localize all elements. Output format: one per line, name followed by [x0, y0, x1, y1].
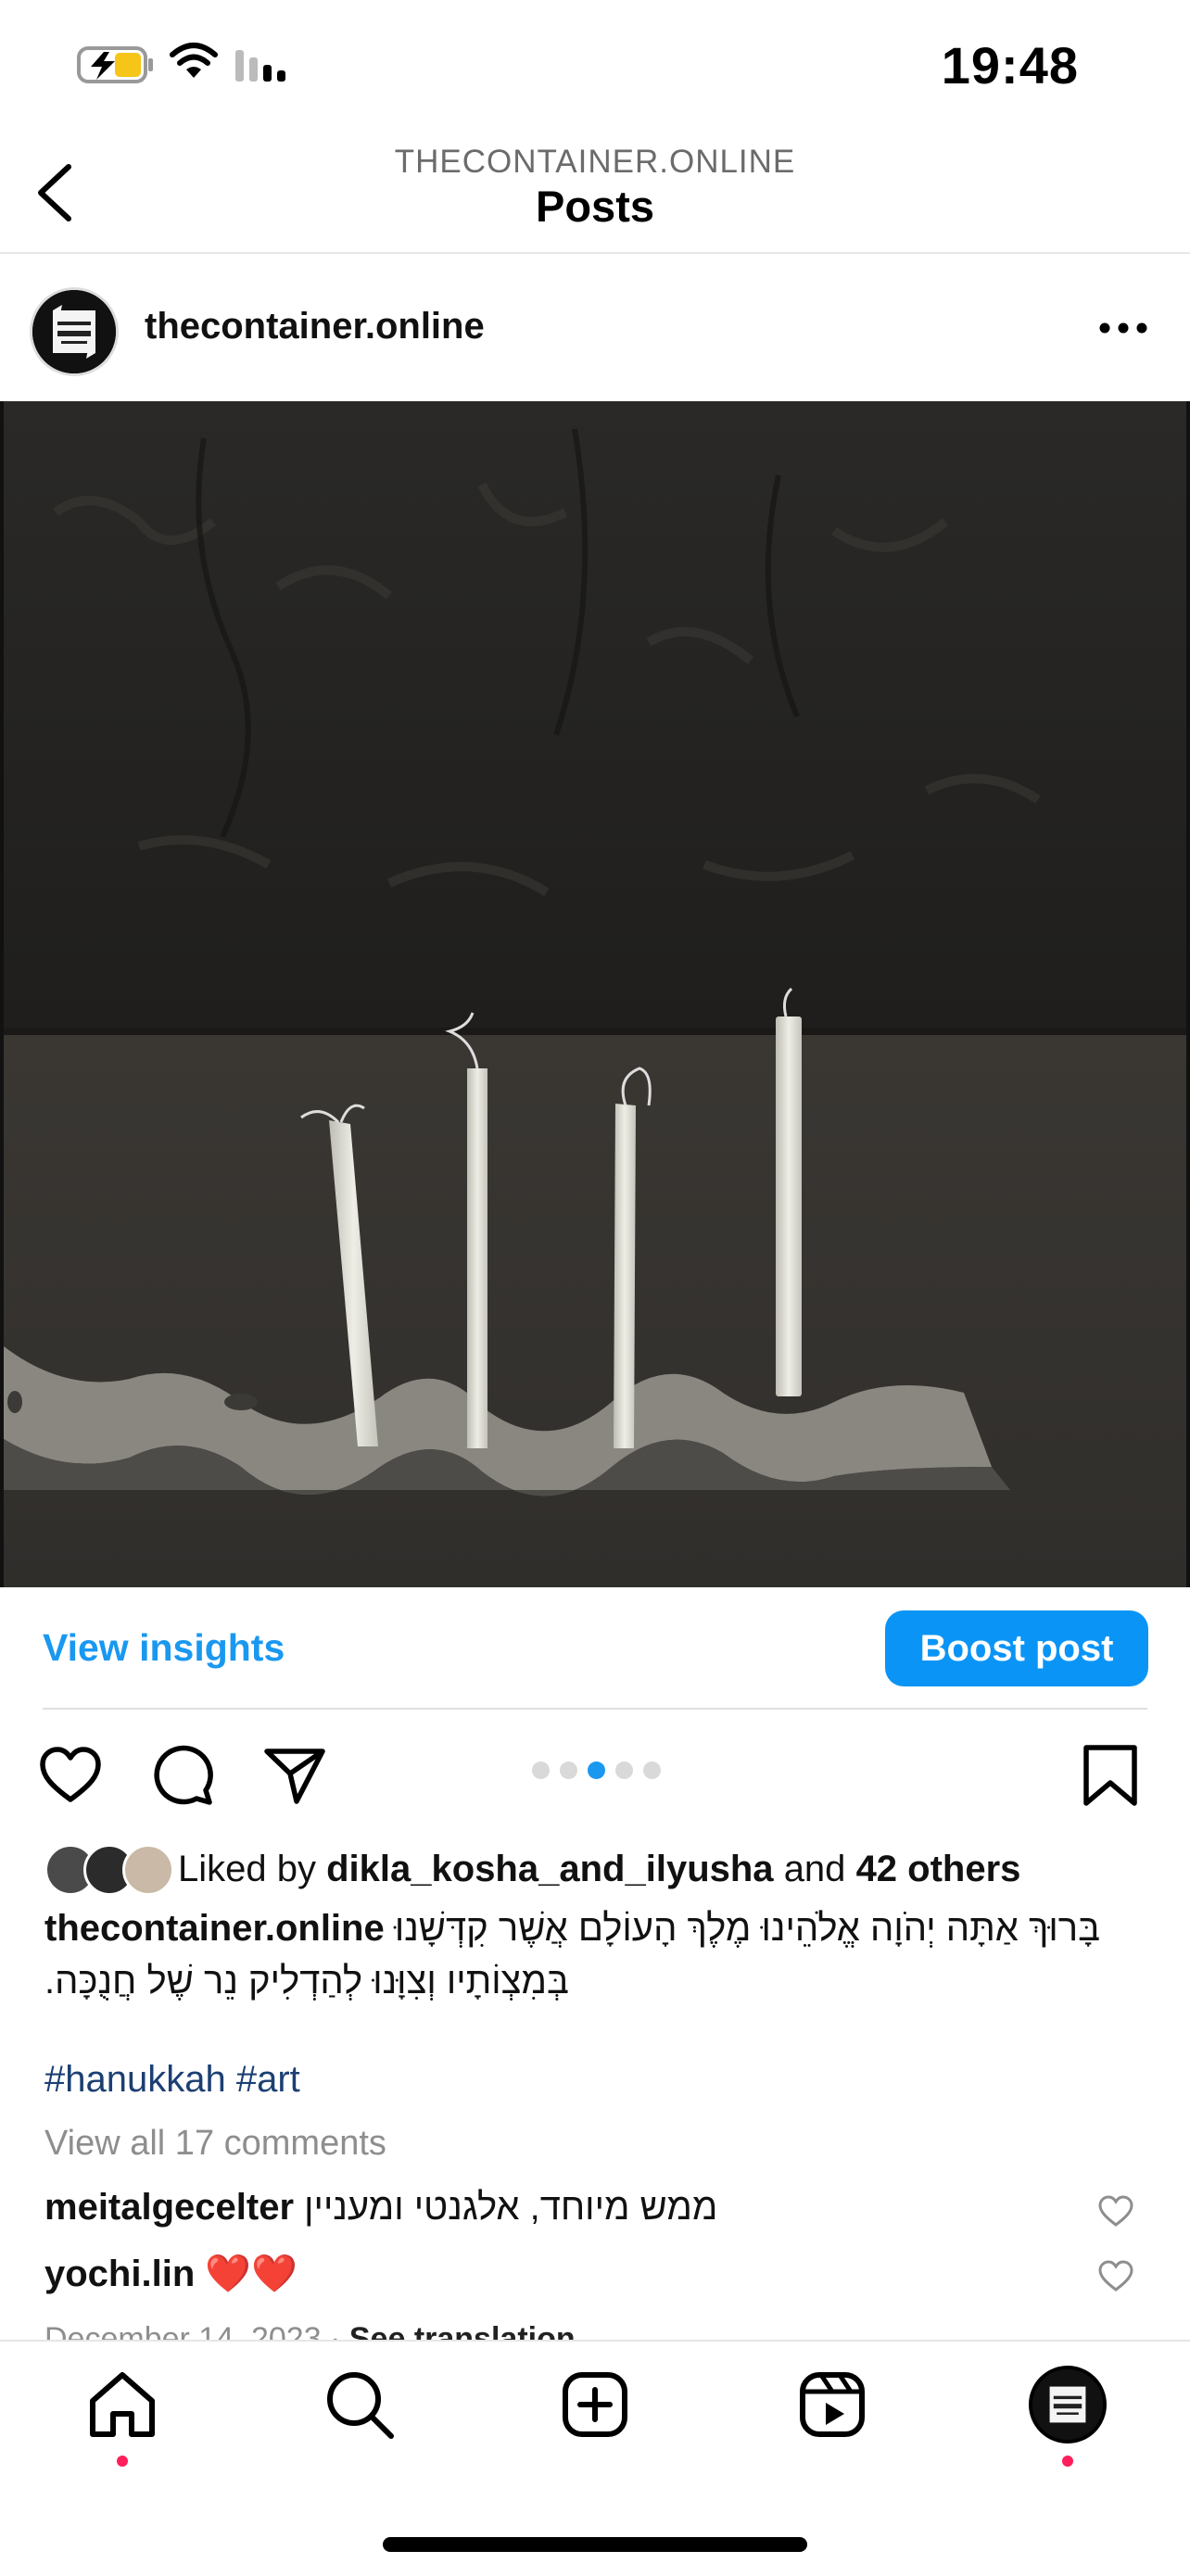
profile-logo: [1032, 2369, 1103, 2440]
liker-username[interactable]: dikla_kosha_and_ilyusha: [326, 1849, 773, 1889]
likes-and: and: [783, 1849, 846, 1889]
bookmark-icon[interactable]: [1077, 1742, 1144, 1809]
header-divider: [0, 252, 1190, 254]
likes-prefix: Liked by: [178, 1849, 316, 1889]
create-post-icon[interactable]: [558, 2368, 632, 2442]
carousel-indicator: [532, 1762, 661, 1780]
reels-icon[interactable]: [795, 2368, 869, 2442]
profile-notification-dot: [1062, 2456, 1073, 2467]
home-notification-dot: [117, 2456, 128, 2467]
hashtags[interactable]: #hanukkah #art: [44, 2059, 300, 2101]
cellular-signal-icon: [235, 50, 285, 82]
comment-username[interactable]: meitalgecelter: [44, 2187, 294, 2228]
status-time: 19:48: [941, 36, 1079, 95]
carousel-dot: [643, 1762, 661, 1779]
page-title: Posts: [536, 182, 654, 231]
caption-username[interactable]: thecontainer.online: [44, 1908, 385, 1949]
comment-like-heart-icon[interactable]: [1097, 2259, 1134, 2292]
comment-item: yochi.lin ❤️❤️: [44, 2252, 298, 2295]
search-icon[interactable]: [323, 2368, 397, 2442]
avatar[interactable]: [30, 287, 119, 376]
wifi-icon: [170, 43, 218, 78]
likes-summary[interactable]: Liked by dikla_kosha_and_ilyusha and 42 …: [178, 1849, 1020, 1890]
comment-icon[interactable]: [150, 1742, 217, 1809]
status-bar: 19:48: [0, 0, 1190, 130]
carousel-dot: [560, 1762, 577, 1779]
heart-icon[interactable]: [37, 1742, 104, 1809]
header-subtitle: THECONTAINER.ONLINE: [394, 144, 796, 180]
boost-post-button[interactable]: Boost post: [885, 1610, 1148, 1686]
carousel-dot-active: [588, 1762, 605, 1779]
carousel-dot: [532, 1762, 550, 1779]
liker-avatar: [122, 1844, 174, 1896]
post-image[interactable]: [0, 401, 1190, 1587]
post-caption: thecontainer.online בָּרוּךְ אַתָּה יְהֹ…: [44, 1902, 1157, 2008]
post-username[interactable]: thecontainer.online: [145, 306, 485, 347]
insights-divider: [43, 1708, 1147, 1710]
view-all-comments-link[interactable]: View all 17 comments: [44, 2124, 386, 2164]
battery-charging-icon: [77, 46, 153, 83]
profile-tab-avatar[interactable]: [1029, 2366, 1107, 2443]
likes-others[interactable]: 42 others: [856, 1849, 1021, 1889]
share-icon[interactable]: [261, 1742, 328, 1809]
home-indicator: [383, 2537, 807, 2552]
comment-item: meitalgecelter ממש מיוחד, אלגנטי ומעניין: [44, 2187, 717, 2229]
avatar-logo: [32, 290, 116, 373]
home-icon[interactable]: [85, 2368, 159, 2442]
carousel-dot: [615, 1762, 633, 1779]
comment-like-heart-icon[interactable]: [1097, 2194, 1134, 2228]
comment-text: ❤️❤️: [205, 2254, 298, 2294]
comment-username[interactable]: yochi.lin: [44, 2254, 195, 2294]
view-insights-link[interactable]: View insights: [43, 1626, 285, 1670]
more-options-icon[interactable]: [1095, 311, 1151, 345]
comment-text: ממש מיוחד, אלגנטי ומעניין: [304, 2187, 718, 2228]
